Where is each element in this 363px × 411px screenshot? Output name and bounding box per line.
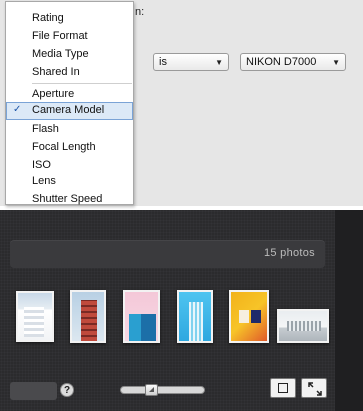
photo-thumbnail[interactable] — [70, 290, 106, 343]
zoom-slider[interactable] — [120, 384, 205, 396]
menu-item-flash[interactable]: Flash — [6, 121, 133, 137]
menu-item-lens[interactable]: Lens — [6, 173, 133, 189]
photo-thumbnail[interactable] — [123, 290, 160, 343]
photo-thumbnail[interactable] — [177, 290, 213, 343]
menu-item-shared-in[interactable]: Shared In — [6, 64, 133, 80]
photo-thumbnail[interactable] — [16, 291, 54, 342]
photo-thumbnail[interactable] — [229, 290, 269, 343]
chevron-down-icon: ▼ — [215, 57, 223, 67]
single-view-button[interactable] — [270, 378, 296, 398]
operator-popup[interactable]: is ▼ — [153, 53, 229, 71]
menu-item-label: Camera Model — [32, 104, 105, 116]
menu-item-camera-model[interactable]: ✓ Camera Model — [6, 102, 133, 120]
expand-icon — [308, 382, 322, 396]
menu-item-rating[interactable]: Rating — [6, 10, 133, 26]
menu-item-shutter-speed[interactable]: Shutter Speed — [6, 191, 133, 207]
value-popup[interactable]: NIKON D7000 ▼ — [240, 53, 346, 71]
help-button[interactable]: ? — [60, 383, 74, 397]
fullscreen-button[interactable] — [301, 378, 327, 398]
scrollbar[interactable] — [335, 210, 363, 411]
menu-item-iso[interactable]: ISO — [6, 157, 133, 173]
bottom-toolbar: ? — [0, 373, 335, 411]
operator-value: is — [159, 56, 167, 68]
menu-separator — [32, 83, 132, 84]
criteria-dropdown-menu: Rating File Format Media Type Shared In … — [5, 1, 134, 205]
camera-value: NIKON D7000 — [246, 56, 317, 68]
smart-album-editor: n: is ▼ NIKON D7000 ▼ Rating File Format… — [0, 0, 363, 206]
menu-item-aperture[interactable]: Aperture — [6, 86, 133, 102]
album-header-bar: 15 photos — [10, 240, 325, 268]
search-input[interactable] — [10, 382, 57, 400]
zoom-slider-thumb[interactable] — [145, 384, 158, 396]
menu-item-file-format[interactable]: File Format — [6, 28, 133, 44]
checkmark-icon: ✓ — [13, 104, 22, 115]
photo-count: 15 photos — [263, 247, 315, 259]
chevron-down-icon: ▼ — [332, 57, 340, 67]
condition-label: n: — [135, 6, 145, 18]
photo-thumbnail[interactable] — [277, 309, 329, 343]
menu-item-media-type[interactable]: Media Type — [6, 46, 133, 62]
photo-browser: 15 photos ? — [0, 210, 363, 411]
menu-item-focal-length[interactable]: Focal Length — [6, 139, 133, 155]
